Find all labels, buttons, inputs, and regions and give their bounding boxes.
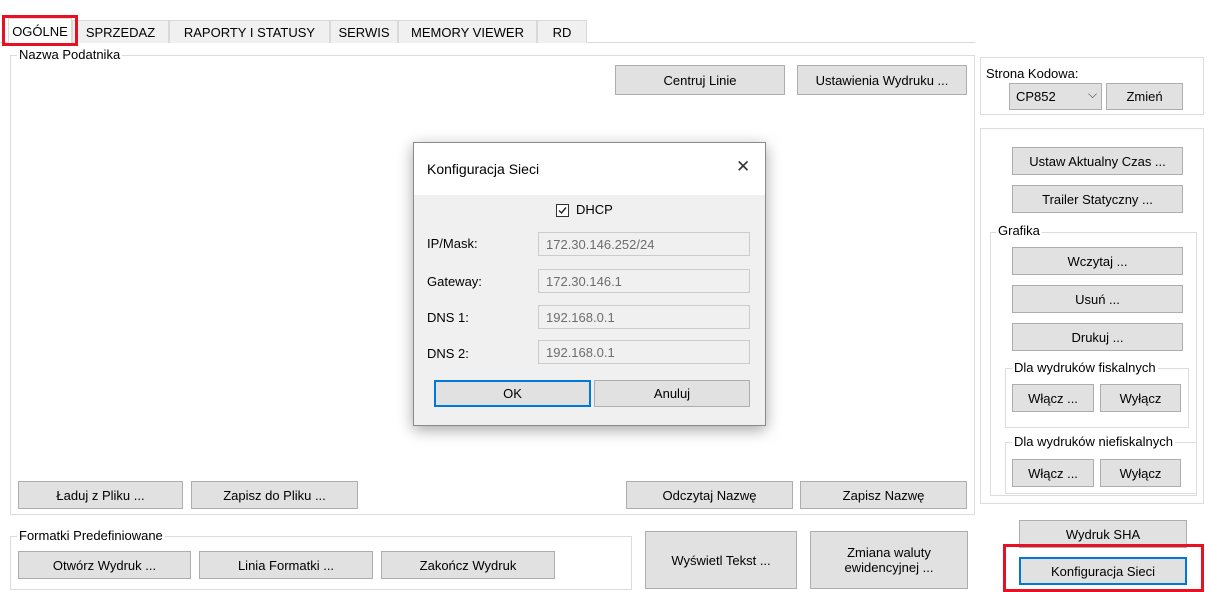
zakoncz-wydruk-button[interactable]: Zakończ Wydruk [381, 551, 555, 579]
tab-label: SPRZEDAZ [85, 24, 156, 40]
highlight-box-tab [2, 15, 78, 46]
usun-button[interactable]: Usuń ... [1012, 285, 1183, 313]
codepage-select[interactable]: CP852 ⌵ [1009, 83, 1102, 110]
fiskalne-label: Dla wydruków fiskalnych [1012, 360, 1158, 375]
dns1-field[interactable]: 192.168.0.1 [538, 305, 750, 329]
wylacz-fiskalne-button[interactable]: Wyłącz [1100, 384, 1181, 412]
centruj-linie-button[interactable]: Centruj Linie [615, 65, 785, 95]
linia-formatki-button[interactable]: Linia Formatki ... [199, 551, 373, 579]
niefiskalne-label: Dla wydruków niefiskalnych [1012, 434, 1175, 449]
gateway-field[interactable]: 172.30.146.1 [538, 269, 750, 293]
close-icon[interactable]: ✕ [736, 157, 750, 177]
grafika-label: Grafika [996, 223, 1042, 238]
dialog-title: Konfiguracja Sieci [427, 161, 540, 177]
dhcp-label: DHCP [576, 202, 613, 217]
strona-kodowa-label: Strona Kodowa: [986, 66, 1079, 81]
dhcp-checkbox[interactable] [556, 204, 569, 217]
tab-serwis[interactable]: SERWIS [330, 20, 398, 43]
trailer-statyczny-button[interactable]: Trailer Statyczny ... [1012, 185, 1183, 213]
laduj-z-pliku-button[interactable]: Ładuj z Pliku ... [18, 481, 183, 509]
tab-label: MEMORY VIEWER [411, 24, 524, 40]
ustaw-czas-button[interactable]: Ustaw Aktualny Czas ... [1012, 147, 1183, 175]
formatki-label: Formatki Predefiniowane [17, 528, 165, 543]
nazwa-podatnika-label: Nazwa Podatnika [17, 47, 123, 62]
wlacz-fiskalne-button[interactable]: Włącz ... [1012, 384, 1094, 412]
wyswietl-tekst-button[interactable]: Wyświetl Tekst ... [645, 531, 797, 589]
codepage-select-value: CP852 [1016, 89, 1056, 104]
wlacz-niefiskalne-button[interactable]: Włącz ... [1012, 459, 1094, 487]
dns1-label: DNS 1: [427, 310, 469, 325]
chevron-down-icon: ⌵ [1088, 87, 1098, 101]
dns2-label: DNS 2: [427, 346, 469, 361]
drukuj-button[interactable]: Drukuj ... [1012, 323, 1183, 351]
tab-label: RD [552, 24, 572, 40]
tab-memory-viewer[interactable]: MEMORY VIEWER [398, 20, 537, 43]
wczytaj-button[interactable]: Wczytaj ... [1012, 247, 1183, 275]
konfiguracja-sieci-dialog: Konfiguracja Sieci ✕ DHCP IP/Mask: 172.3… [413, 142, 766, 426]
zmien-button[interactable]: Zmień [1106, 83, 1183, 110]
anuluj-button[interactable]: Anuluj [594, 380, 750, 407]
dns2-field[interactable]: 192.168.0.1 [538, 340, 750, 364]
ok-button[interactable]: OK [434, 380, 591, 407]
tab-label: SERWIS [338, 24, 390, 40]
ip-mask-field[interactable]: 172.30.146.252/24 [538, 232, 750, 256]
ip-mask-label: IP/Mask: [427, 236, 478, 251]
checkmark-icon [558, 207, 567, 215]
zapisz-nazwe-button[interactable]: Zapisz Nazwę [800, 481, 967, 509]
tab-label: RAPORTY I STATUSY [183, 24, 316, 40]
wylacz-niefiskalne-button[interactable]: Wyłącz [1100, 459, 1181, 487]
zmiana-waluty-button[interactable]: Zmiana waluty ewidencyjnej ... [810, 531, 968, 589]
tab-rd[interactable]: RD [537, 20, 587, 43]
tab-sprzedaz[interactable]: SPRZEDAZ [72, 20, 169, 43]
odczytaj-nazwe-button[interactable]: Odczytaj Nazwę [626, 481, 793, 509]
otworz-wydruk-button[interactable]: Otwórz Wydruk ... [18, 551, 191, 579]
highlight-box-konfiguracja [1003, 544, 1204, 592]
ustawienia-wydruku-button[interactable]: Ustawienia Wydruku ... [797, 65, 967, 95]
zapisz-do-pliku-button[interactable]: Zapisz do Pliku ... [191, 481, 358, 509]
dialog-title-bar: Konfiguracja Sieci ✕ [414, 143, 765, 195]
gateway-label: Gateway: [427, 274, 482, 289]
tab-raporty[interactable]: RAPORTY I STATUSY [169, 20, 330, 43]
